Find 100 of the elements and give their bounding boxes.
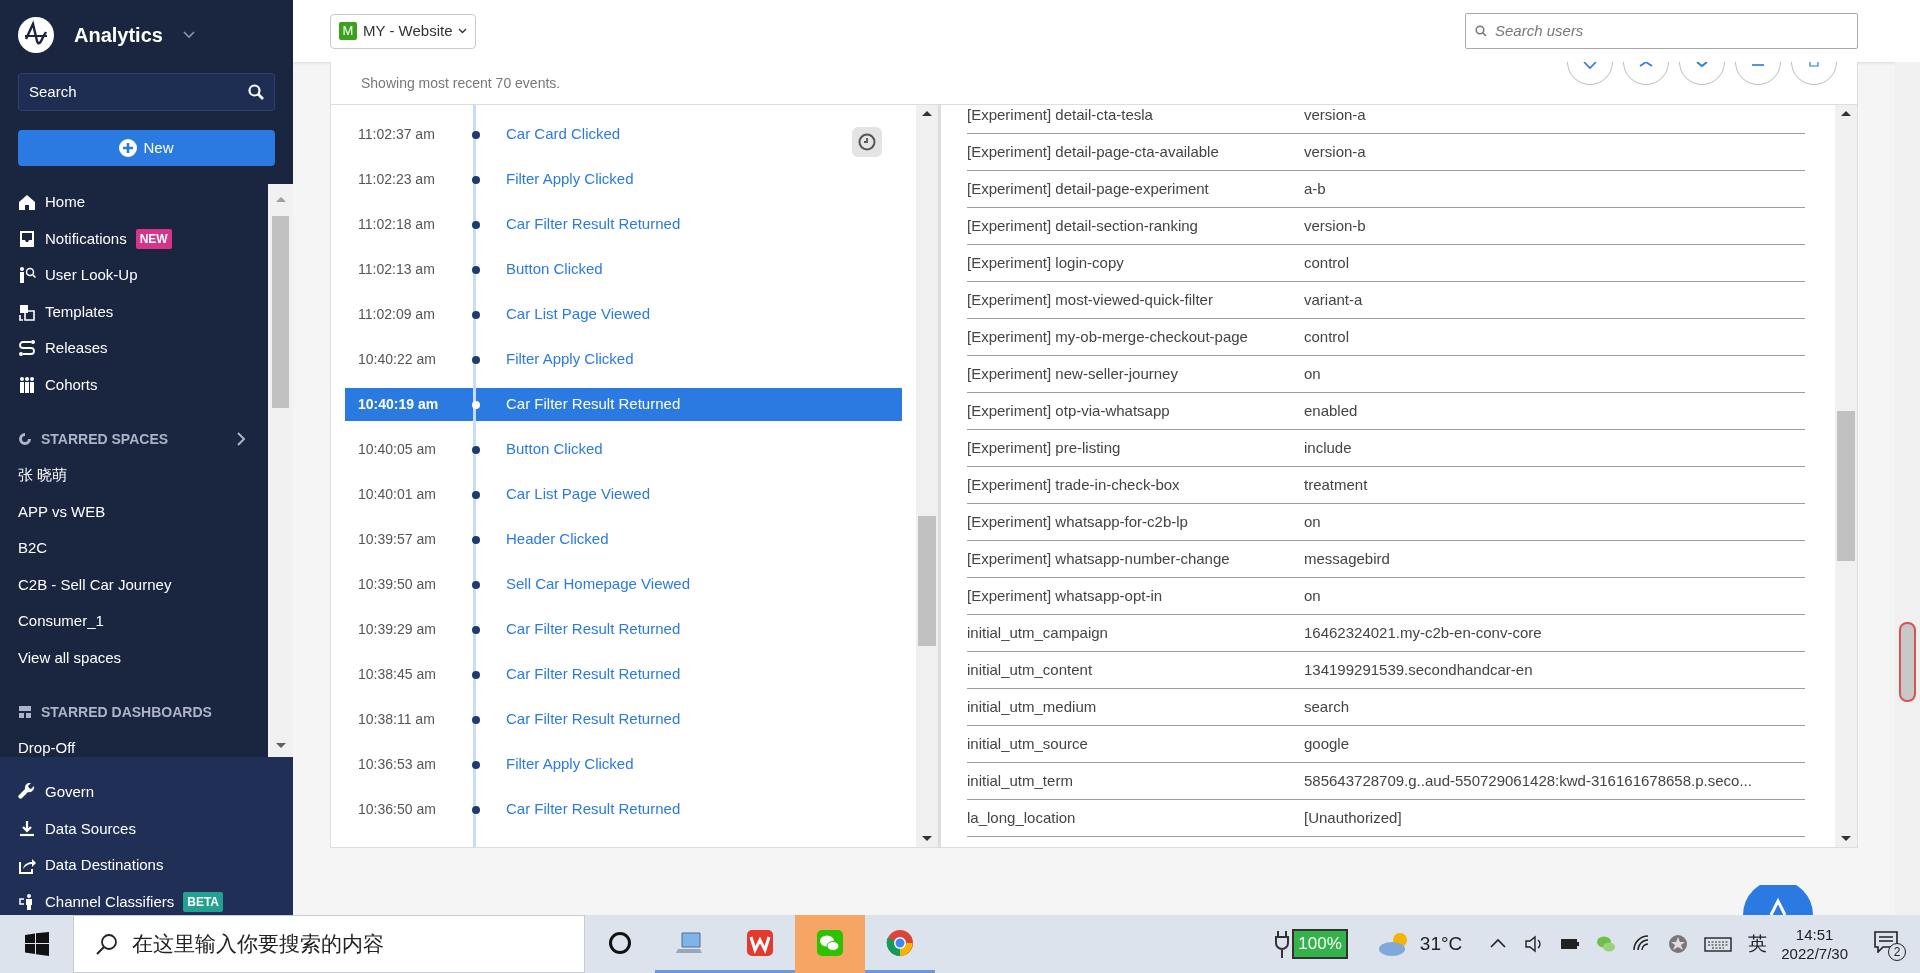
timeline-dot bbox=[472, 625, 480, 634]
new-button[interactable]: New bbox=[18, 130, 275, 166]
scrollbar[interactable] bbox=[916, 105, 938, 847]
windows-start-button[interactable] bbox=[24, 932, 49, 956]
scrollbar-thumb[interactable] bbox=[918, 516, 936, 646]
property-value: on bbox=[1304, 511, 1321, 532]
scrollbar[interactable] bbox=[1895, 62, 1920, 915]
dashboard-item[interactable]: Drop-Off bbox=[18, 730, 268, 757]
search-field[interactable]: Search users bbox=[1465, 13, 1858, 49]
property-value: search bbox=[1304, 696, 1350, 717]
timeline-dot bbox=[472, 220, 480, 229]
event-row[interactable]: 10:40:01 am Car List Page Viewed bbox=[345, 478, 902, 511]
event-row[interactable]: 10:40:05 am Button Clicked bbox=[345, 433, 902, 466]
keyboard-icon[interactable] bbox=[1704, 934, 1733, 954]
space-item[interactable]: B2C bbox=[18, 530, 268, 567]
expand-button[interactable] bbox=[1679, 62, 1725, 87]
history-button[interactable] bbox=[852, 127, 882, 157]
property-name: [Experiment] detail-section-ranking bbox=[967, 215, 1199, 236]
app-title[interactable]: Analytics bbox=[74, 20, 163, 50]
event-row[interactable]: 10:40:19 am Car Filter Result Returned bbox=[345, 388, 902, 421]
timeline-dot bbox=[472, 580, 480, 589]
property-value: on bbox=[1304, 585, 1321, 606]
nav-item[interactable]: Data Sources bbox=[18, 810, 293, 847]
event-row[interactable]: 10:36:53 am Filter Apply Clicked bbox=[345, 748, 902, 781]
nav-item[interactable]: Notifications NEW bbox=[18, 220, 268, 257]
nav-item[interactable]: Channel Classifiers BETA bbox=[18, 883, 293, 915]
timeline-dot bbox=[472, 310, 480, 319]
timeline-dot bbox=[472, 175, 480, 184]
plug-icon[interactable] bbox=[1274, 930, 1291, 958]
event-row[interactable]: 10:39:50 am Sell Car Homepage Viewed bbox=[345, 568, 902, 601]
space-item[interactable]: APP vs WEB bbox=[18, 493, 268, 530]
view-all-link[interactable]: View all spaces bbox=[18, 639, 268, 676]
event-row[interactable]: 11:02:13 am Button Clicked bbox=[345, 253, 902, 286]
property-value: treatment bbox=[1304, 474, 1368, 495]
space-item[interactable]: 张 晓萌 bbox=[18, 457, 268, 494]
taskbar-app[interactable] bbox=[795, 915, 865, 973]
taskbar-search-field[interactable]: 在这里输入你要搜索的内容 bbox=[73, 915, 585, 973]
project-selector[interactable]: M MY - Website bbox=[330, 13, 477, 49]
templates-icon bbox=[18, 302, 36, 321]
nav-item[interactable]: Cohorts bbox=[18, 366, 268, 403]
event-summary: Showing most recent 70 events. bbox=[361, 74, 561, 93]
scrollbar-thumb[interactable] bbox=[1899, 622, 1916, 702]
event-row[interactable]: 10:39:57 am Header Clicked bbox=[345, 523, 902, 556]
event-row[interactable]: 10:40:22 am Filter Apply Clicked bbox=[345, 343, 902, 376]
property-name: [Experiment] login-copy bbox=[967, 252, 1125, 273]
scrollbar[interactable] bbox=[268, 184, 293, 757]
arrow-down-icon[interactable] bbox=[274, 741, 287, 751]
notification-count: 2 bbox=[1888, 943, 1906, 961]
event-row[interactable]: 11:02:37 am Car Card Clicked bbox=[345, 118, 902, 151]
chevron-right-icon[interactable] bbox=[236, 431, 246, 447]
nav-item[interactable]: Templates bbox=[18, 293, 268, 330]
space-item[interactable]: Consumer_1 bbox=[18, 603, 268, 640]
nav-item[interactable]: Releases bbox=[18, 330, 268, 367]
arrow-down-icon[interactable] bbox=[1840, 835, 1852, 843]
download-button[interactable] bbox=[1735, 62, 1781, 87]
space-item[interactable]: C2B - Sell Car Journey bbox=[18, 566, 268, 603]
caret-icon bbox=[458, 28, 468, 34]
property-name: initial_utm_source bbox=[967, 733, 1089, 754]
property-name: [Experiment] whatsapp-number-change bbox=[967, 548, 1231, 569]
route-icon bbox=[18, 339, 36, 358]
wrench-icon bbox=[18, 783, 36, 802]
input-method-indicator[interactable]: 英 bbox=[1748, 929, 1768, 959]
event-row[interactable]: 11:02:23 am Filter Apply Clicked bbox=[345, 163, 902, 196]
clock[interactable]: 14:51 2022/7/30 bbox=[1781, 924, 1848, 964]
temperature[interactable]: 31°C bbox=[1419, 929, 1463, 959]
nav-item[interactable]: User Look-Up bbox=[18, 257, 268, 294]
property-value: include bbox=[1304, 437, 1352, 458]
scrollbar-thumb[interactable] bbox=[1837, 411, 1855, 561]
shield-icon[interactable] bbox=[1668, 934, 1689, 954]
property-name: [Experiment] detail-page-experiment bbox=[967, 178, 1210, 199]
arrow-up-icon[interactable] bbox=[1840, 109, 1852, 117]
property-value: messagebird bbox=[1304, 548, 1390, 569]
event-row[interactable]: 10:38:11 am Car Filter Result Returned bbox=[345, 703, 902, 736]
nav-item[interactable]: Data Destinations bbox=[18, 847, 293, 884]
cortana-button[interactable] bbox=[608, 930, 632, 955]
help-button[interactable] bbox=[1743, 885, 1813, 915]
share-icon bbox=[18, 856, 36, 875]
scrollbar[interactable] bbox=[1835, 105, 1857, 847]
property-value: google bbox=[1304, 733, 1350, 754]
nav-item[interactable]: Govern bbox=[18, 774, 293, 811]
property-name: [Experiment] otp-via-whatsapp bbox=[967, 400, 1171, 421]
property-name: initial_utm_term bbox=[967, 770, 1074, 791]
event-row[interactable]: 10:36:50 am Car Filter Result Returned bbox=[345, 793, 902, 826]
event-row[interactable]: 10:39:29 am Car Filter Result Returned bbox=[345, 613, 902, 646]
timeline-dot bbox=[472, 445, 480, 454]
property-value: control bbox=[1304, 252, 1350, 273]
timeline-dot bbox=[472, 130, 480, 139]
scrollbar-thumb[interactable] bbox=[272, 216, 289, 408]
chevron-down-icon[interactable] bbox=[182, 31, 195, 39]
event-row[interactable]: 11:02:09 am Car List Page Viewed bbox=[345, 298, 902, 331]
property-name: [Experiment] trade-in-check-box bbox=[967, 474, 1181, 495]
arrow-up-icon[interactable] bbox=[921, 109, 933, 117]
nav-item[interactable]: Home bbox=[18, 184, 268, 221]
property-name: [Experiment] most-viewed-quick-filter bbox=[967, 289, 1214, 310]
arrow-down-icon[interactable] bbox=[921, 835, 933, 843]
event-row[interactable]: 10:38:45 am Car Filter Result Returned bbox=[345, 658, 902, 691]
event-row[interactable]: 11:02:18 am Car Filter Result Returned bbox=[345, 208, 902, 241]
collapse-button[interactable] bbox=[1623, 62, 1669, 87]
property-name: [Experiment] detail-cta-tesla bbox=[967, 105, 1154, 125]
search-field[interactable]: Search bbox=[18, 73, 275, 111]
